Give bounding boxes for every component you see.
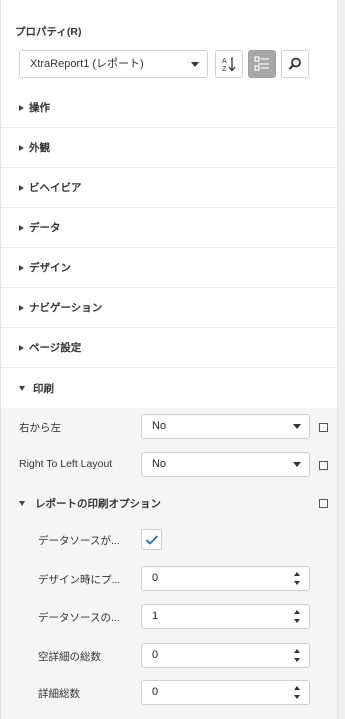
category-page-settings[interactable]: ページ設定 (1, 328, 338, 368)
property-row-rtl: 右から左 No (1, 408, 338, 446)
spin-down-icon[interactable] (294, 619, 300, 623)
svg-text:A: A (222, 58, 227, 65)
spin-up-icon[interactable] (294, 610, 300, 614)
property-row-datasource-empty: データソースが... (1, 521, 338, 559)
category-navigation[interactable]: ナビゲーション (1, 288, 338, 328)
search-button[interactable] (281, 50, 309, 78)
property-row-empty-detail-count: 空詳細の総数 0 (1, 637, 338, 675)
property-name: Right To Left Layout (19, 458, 113, 470)
categorized-icon (254, 56, 269, 71)
category-behavior[interactable]: ビヘイビア (1, 168, 338, 208)
property-name: データソースの... (38, 612, 120, 624)
chevron-right-icon (19, 144, 24, 151)
property-row-design-detail-count: デザイン時にプ... 0 (1, 560, 338, 598)
detail-count-spinner[interactable]: 0 (141, 680, 310, 705)
property-row-datasource-count: データソースの... 1 (1, 598, 338, 636)
chevron-right-icon (19, 184, 24, 191)
properties-toolbar: XtraReport1 (レポート) A Z (15, 49, 337, 79)
property-row-detail-count: 詳細総数 0 (1, 674, 338, 712)
property-name: 詳細総数 (38, 688, 80, 700)
category-print[interactable]: 印刷 (1, 368, 338, 408)
spin-down-icon[interactable] (294, 581, 300, 585)
chevron-right-icon (19, 344, 24, 351)
print-options-group[interactable]: レポートの印刷オプション (1, 484, 338, 522)
datasource-empty-checkbox[interactable] (141, 529, 162, 550)
reset-checkbox[interactable] (319, 423, 328, 432)
category-appearance[interactable]: 外観 (1, 128, 338, 168)
search-icon (288, 57, 301, 70)
chevron-down-icon (19, 501, 25, 506)
chevron-right-icon (19, 304, 24, 311)
panel-title: プロパティ(R) (15, 26, 82, 38)
category-data[interactable]: データ (1, 208, 338, 248)
property-name: 右から左 (19, 422, 61, 434)
rtl-select[interactable]: No (141, 414, 310, 439)
spin-up-icon[interactable] (294, 686, 300, 690)
category-operation[interactable]: 操作 (1, 88, 338, 128)
reset-checkbox[interactable] (319, 461, 328, 470)
spin-up-icon[interactable] (294, 649, 300, 653)
rtl-layout-select[interactable]: No (141, 452, 310, 477)
print-section: 右から左 No Right To Left Layout No レポートの印刷オ… (1, 408, 338, 719)
vertical-scrollbar[interactable] (337, 0, 345, 719)
categorized-button[interactable] (248, 50, 276, 78)
design-detail-count-spinner[interactable]: 0 (141, 566, 310, 591)
property-name: デザイン時にプ... (38, 574, 121, 586)
spin-down-icon[interactable] (294, 695, 300, 699)
spin-up-icon[interactable] (294, 572, 300, 576)
category-design[interactable]: デザイン (1, 248, 338, 288)
chevron-down-icon (191, 62, 199, 67)
object-selector-value: XtraReport1 (レポート) (30, 58, 144, 70)
property-name: データソースが... (38, 535, 120, 547)
datasource-count-spinner[interactable]: 1 (141, 604, 310, 629)
properties-panel: プロパティ(R) XtraReport1 (レポート) A Z 操作 外観 ビヘ… (0, 0, 338, 719)
chevron-right-icon (19, 264, 24, 271)
sort-alphabetical-button[interactable]: A Z (215, 50, 243, 78)
chevron-down-icon (293, 462, 301, 467)
chevron-right-icon (19, 224, 24, 231)
spin-down-icon[interactable] (294, 658, 300, 662)
chevron-down-icon (19, 385, 25, 391)
svg-text:Z: Z (222, 66, 227, 73)
property-row-rtl-layout: Right To Left Layout No (1, 446, 338, 484)
reset-checkbox[interactable] (319, 499, 328, 508)
checkmark-icon (145, 534, 158, 545)
object-selector[interactable]: XtraReport1 (レポート) (19, 50, 208, 78)
sort-az-icon: A Z (222, 57, 236, 73)
property-name: 空詳細の総数 (38, 651, 101, 663)
chevron-right-icon (19, 104, 24, 111)
chevron-down-icon (293, 424, 301, 429)
empty-detail-count-spinner[interactable]: 0 (141, 643, 310, 668)
